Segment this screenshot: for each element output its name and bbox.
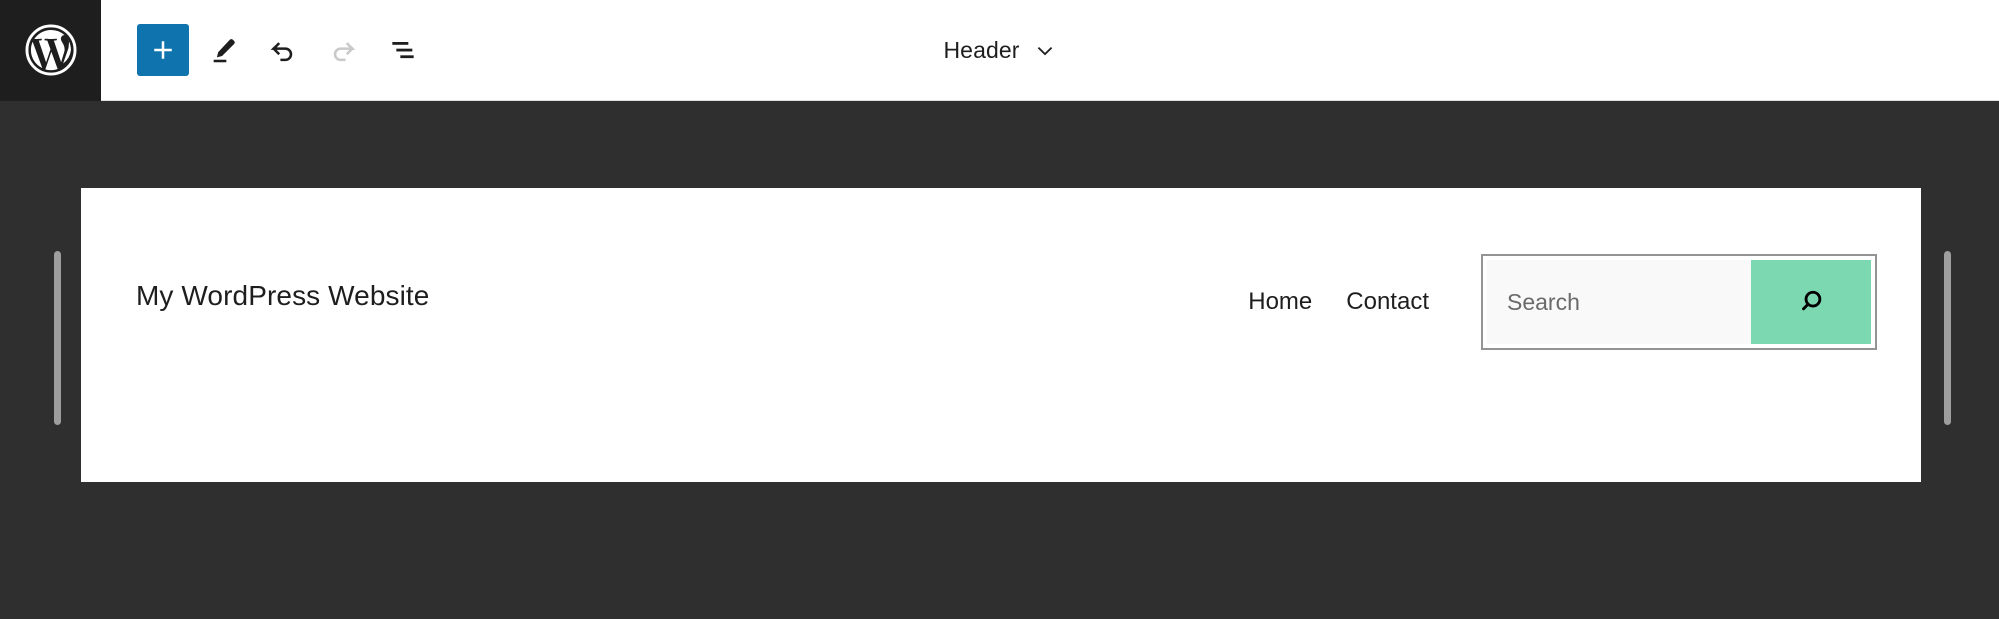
list-view-button[interactable] (377, 24, 429, 76)
document-title: Header (943, 37, 1020, 63)
block-editor: Header My WordPress Website Home Contact (0, 0, 1999, 619)
site-title[interactable]: My WordPress Website (136, 280, 429, 312)
wordpress-logo-button[interactable] (0, 0, 101, 101)
navigation-block[interactable]: Home Contact (1231, 252, 1446, 352)
edit-mode-button[interactable] (197, 24, 249, 76)
document-bar-button[interactable]: Header (927, 29, 1071, 72)
nav-item-home[interactable]: Home (1231, 252, 1329, 352)
chevron-down-icon (1034, 40, 1056, 62)
resize-handle-left[interactable] (54, 251, 61, 425)
header-right-group: Home Contact (1231, 252, 1877, 352)
resize-handle-right[interactable] (1944, 251, 1951, 425)
editor-canvas: My WordPress Website Home Contact (0, 101, 1999, 619)
wordpress-logo-icon (23, 22, 79, 78)
redo-arrow-icon (327, 34, 359, 66)
undo-button[interactable] (257, 24, 309, 76)
pencil-icon (207, 34, 239, 66)
toolbar-left-group (101, 24, 429, 76)
header-template-part[interactable]: My WordPress Website Home Contact (81, 188, 1921, 482)
redo-button[interactable] (317, 24, 369, 76)
search-submit-button[interactable] (1751, 260, 1871, 344)
add-block-button[interactable] (137, 24, 189, 76)
search-block[interactable] (1481, 254, 1877, 350)
editor-toolbar: Header (0, 0, 1999, 101)
search-input[interactable] (1487, 260, 1751, 344)
page-canvas: My WordPress Website Home Contact (81, 188, 1921, 482)
nav-item-contact[interactable]: Contact (1329, 252, 1446, 352)
list-view-icon (387, 34, 419, 66)
search-magnifier-icon (1793, 284, 1829, 320)
undo-arrow-icon (267, 34, 299, 66)
plus-icon (148, 35, 178, 65)
